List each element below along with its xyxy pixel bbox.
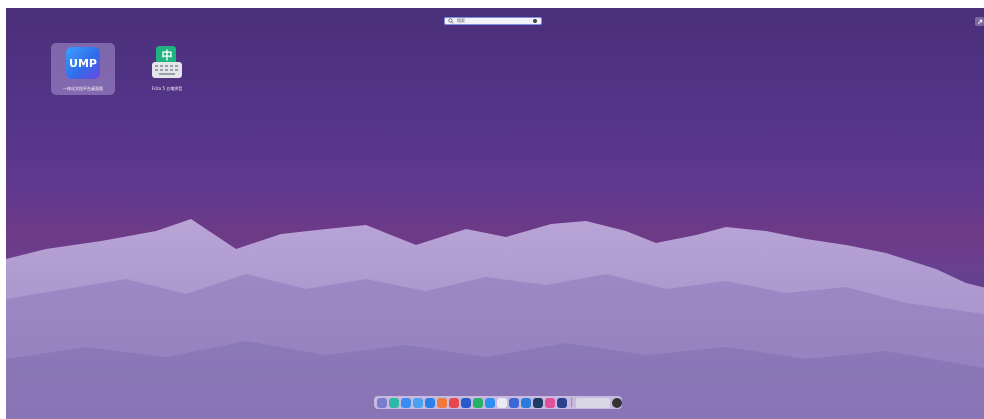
search-clear-icon[interactable]: [533, 19, 537, 23]
wallpaper-mountains: [6, 219, 984, 419]
desktop: 搜索 UMP 一体化文档平台桌面版 中 Fcitx 5 五笔拼音: [6, 8, 984, 419]
search-input[interactable]: 搜索: [457, 18, 465, 24]
calendar-icon[interactable]: [497, 397, 507, 408]
expand-icon: [977, 19, 982, 24]
steam-icon[interactable]: [533, 397, 543, 408]
search-icon: [448, 18, 454, 24]
system-tray-icon[interactable]: [576, 397, 610, 408]
download-icon[interactable]: [557, 397, 567, 408]
editor-icon[interactable]: [461, 397, 471, 408]
dock-separator: [571, 398, 572, 407]
search-bar[interactable]: 搜索: [444, 17, 542, 25]
desktop-icon-fcitx[interactable]: 中 Fcitx 5 五笔拼音: [135, 43, 199, 95]
desktop-icon-label: Fcitx 5 五笔拼音: [151, 86, 183, 91]
power-icon[interactable]: [612, 397, 622, 408]
browser-icon[interactable]: [425, 397, 435, 408]
terminal-icon[interactable]: [449, 397, 459, 408]
monitor-icon[interactable]: [521, 397, 531, 408]
app-store-icon[interactable]: [401, 397, 411, 408]
desktop-icon-ump[interactable]: UMP 一体化文档平台桌面版: [51, 43, 115, 95]
desktop-icon-label: 一体化文档平台桌面版: [63, 86, 103, 91]
fcitx-glyph: 中: [161, 49, 173, 62]
settings-icon[interactable]: [509, 397, 519, 408]
notes-icon[interactable]: [545, 397, 555, 408]
dock: [374, 396, 622, 409]
launcher-icon[interactable]: [377, 397, 387, 408]
music-icon[interactable]: [437, 397, 447, 408]
mail-icon[interactable]: [413, 397, 423, 408]
expand-button[interactable]: [975, 17, 984, 26]
image-viewer-icon[interactable]: [473, 397, 483, 408]
ump-app-icon: UMP: [66, 47, 100, 79]
document-icon[interactable]: [485, 397, 495, 408]
file-manager-icon[interactable]: [389, 397, 399, 408]
